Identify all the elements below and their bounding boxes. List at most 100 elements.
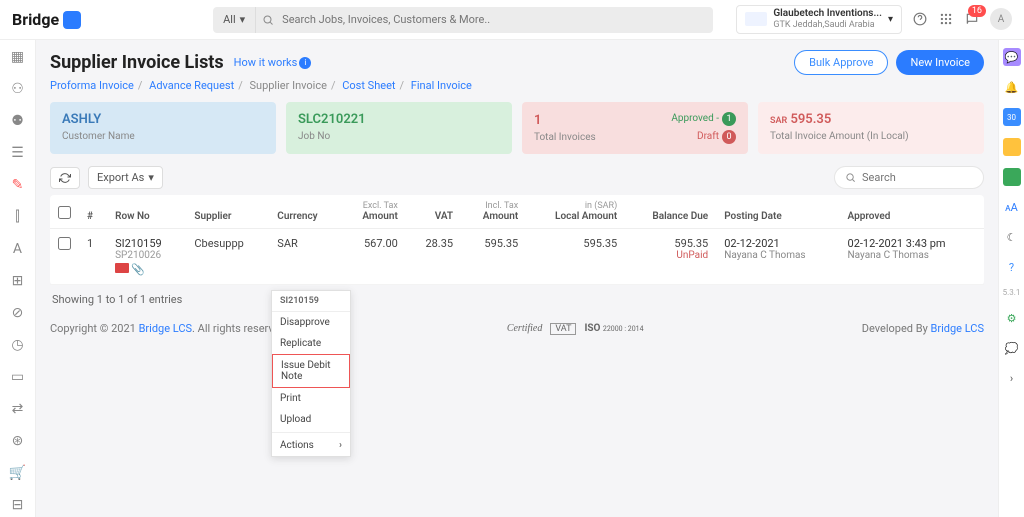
cell-vat: 28.35	[406, 229, 461, 285]
global-search: All ▾	[213, 7, 713, 33]
breadcrumb-current: Supplier Invoice	[249, 79, 326, 92]
col-currency[interactable]: Currency	[269, 195, 340, 229]
menu-issue-debit-note[interactable]: Issue Debit Note	[272, 354, 350, 388]
refresh-button[interactable]	[50, 167, 80, 189]
bulk-approve-button[interactable]: Bulk Approve	[794, 50, 888, 75]
brand-icon	[63, 11, 81, 29]
brand-text: Bridge	[12, 10, 59, 29]
cell-posting-date: 02-12-2021	[724, 237, 831, 250]
card-icon[interactable]: ▭	[9, 368, 27, 386]
collapse-icon[interactable]: ›	[1003, 369, 1021, 387]
dashboard-icon[interactable]: ▦	[9, 48, 27, 66]
new-invoice-button[interactable]: New Invoice	[896, 50, 984, 75]
font-size-icon[interactable]: ᴀA	[1003, 198, 1021, 216]
left-sidebar: ▦ ⚇ ⚉ ☰ ✎ ⫿ A ⊞ ⊘ ◷ ▭ ⇄ ⊛ 🛒 ⊟	[0, 40, 36, 517]
dark-mode-icon[interactable]: ☾	[1003, 228, 1021, 246]
cell-currency: SAR	[269, 229, 340, 285]
col-rowno[interactable]: Row No	[107, 195, 186, 229]
brand-logo[interactable]: Bridge	[12, 10, 81, 29]
topbar-right: Glaubetech Inventions... GTK Jeddah,Saud…	[736, 5, 1012, 34]
breadcrumb: Proforma Invoice/ Advance Request/ Suppl…	[50, 79, 984, 92]
page-title: Supplier Invoice Lists	[50, 52, 224, 73]
cell-balance-status: UnPaid	[633, 250, 708, 261]
edit-icon[interactable]: ✎	[9, 176, 27, 194]
chart-icon[interactable]: ⫿	[9, 208, 27, 226]
archive-icon[interactable]: ⊟	[9, 496, 27, 514]
apps-icon[interactable]	[938, 11, 954, 27]
breadcrumb-cost[interactable]: Cost Sheet	[342, 79, 395, 92]
bell-icon[interactable]: 🔔	[1003, 78, 1021, 96]
global-search-input[interactable]	[274, 13, 713, 26]
col-balance-due[interactable]: Balance Due	[625, 195, 716, 229]
clock-icon[interactable]: ◷	[9, 336, 27, 354]
footer-dev-link[interactable]: Bridge LCS	[931, 322, 984, 335]
help-icon[interactable]: ?	[1003, 258, 1021, 276]
company-selector[interactable]: Glaubetech Inventions... GTK Jeddah,Saud…	[736, 5, 902, 34]
table-row[interactable]: 1 SI210159 SP210026 📎 Cbesuppp SAR 567.0…	[50, 229, 984, 285]
col-approved[interactable]: Approved	[840, 195, 984, 229]
footer-brand-link[interactable]: Bridge LCS	[139, 322, 192, 335]
notifications-icon[interactable]: 16	[964, 11, 980, 27]
chevron-right-icon: ›	[339, 440, 342, 451]
menu-disapprove[interactable]: Disapprove	[272, 312, 350, 333]
table-toolbar: Export As ▾	[50, 166, 984, 189]
page-footer: Copyright © 2021 Bridge LCS. All rights …	[50, 322, 984, 335]
company-name: Glaubetech Inventions...	[773, 8, 882, 20]
col-supplier[interactable]: Supplier	[186, 195, 269, 229]
how-it-works-link[interactable]: How it works i	[234, 56, 312, 69]
breadcrumb-proforma[interactable]: Proforma Invoice	[50, 79, 134, 92]
package-icon[interactable]: ⊞	[9, 272, 27, 290]
cell-supplier: Cbesuppp	[186, 229, 269, 285]
cell-incl-amount: 595.35	[461, 229, 526, 285]
job-card: SLC210221 Job No	[286, 102, 512, 154]
flag-icon	[115, 263, 129, 273]
tag-icon[interactable]: ⊘	[9, 304, 27, 322]
calendar-icon[interactable]: 30	[1003, 108, 1021, 126]
breadcrumb-final[interactable]: Final Invoice	[411, 79, 472, 92]
chevron-down-icon: ▾	[888, 14, 893, 25]
transfer-icon[interactable]: ⇄	[9, 400, 27, 418]
col-incl-amount[interactable]: Incl. TaxAmount	[461, 195, 526, 229]
col-posting-date[interactable]: Posting Date	[716, 195, 839, 229]
row-id: SI210159	[115, 237, 178, 250]
globe-icon[interactable]: ⊛	[9, 432, 27, 450]
total-invoices-card: 1 Total Invoices Approved -1 Draft0	[522, 102, 748, 154]
col-excl-amount[interactable]: Excl. TaxAmount	[341, 195, 406, 229]
menu-upload[interactable]: Upload	[272, 409, 350, 430]
search-filter-dropdown[interactable]: All ▾	[213, 7, 256, 33]
help-icon[interactable]	[912, 11, 928, 27]
col-local-amount[interactable]: in (SAR)Local Amount	[526, 195, 625, 229]
menu-print[interactable]: Print	[272, 388, 350, 409]
cart-icon[interactable]: 🛒	[9, 464, 27, 482]
col-vat[interactable]: VAT	[406, 195, 461, 229]
document-icon[interactable]: ☰	[9, 144, 27, 162]
settings-icon[interactable]: ⚙	[1003, 309, 1021, 327]
breadcrumb-advance[interactable]: Advance Request	[149, 79, 234, 92]
text-icon[interactable]: A	[9, 240, 27, 258]
export-dropdown[interactable]: Export As ▾	[88, 166, 163, 189]
select-all-checkbox[interactable]	[58, 206, 71, 219]
notes-icon[interactable]	[1003, 138, 1021, 156]
attachment-icon[interactable]: 📎	[131, 263, 145, 276]
user-avatar[interactable]: A	[990, 8, 1012, 30]
info-icon: i	[299, 57, 311, 69]
menu-actions[interactable]: Actions›	[272, 435, 350, 456]
cell-approved-user: Nayana C Thomas	[848, 250, 976, 261]
search-icon	[845, 172, 856, 183]
search-icon	[262, 14, 274, 26]
context-menu-header: SI210159	[272, 291, 350, 312]
cell-posting-user: Nayana C Thomas	[724, 250, 831, 261]
tasks-icon[interactable]	[1003, 168, 1021, 186]
messages-icon[interactable]: 💬	[1003, 48, 1021, 66]
support-chat-icon[interactable]: 💭	[1003, 339, 1021, 357]
user-icon[interactable]: ⚇	[9, 80, 27, 98]
company-logo-icon	[745, 12, 767, 26]
cell-local-amount: 595.35	[526, 229, 625, 285]
menu-replicate[interactable]: Replicate	[272, 333, 350, 354]
users-icon[interactable]: ⚉	[9, 112, 27, 130]
cell-approved-date: 02-12-2021 3:43 pm	[848, 237, 976, 250]
cell-excl-amount: 567.00	[341, 229, 406, 285]
table-search-input[interactable]	[862, 171, 962, 184]
col-hash[interactable]: #	[79, 195, 107, 229]
row-checkbox[interactable]	[58, 237, 71, 250]
